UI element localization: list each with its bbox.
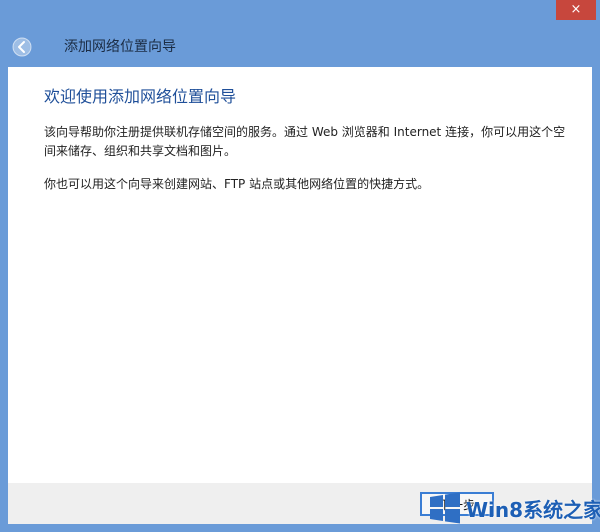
content-panel: 欢迎使用添加网络位置向导 该向导帮助你注册提供联机存储空间的服务。通过 Web … <box>8 67 592 483</box>
next-button[interactable]: 下一步 <box>420 492 494 516</box>
back-button[interactable] <box>12 37 32 57</box>
close-icon: × <box>570 2 582 17</box>
welcome-heading: 欢迎使用添加网络位置向导 <box>44 87 237 106</box>
footer-bar: 下一步 <box>8 483 592 524</box>
description-paragraph-2: 你也可以用这个向导来创建网站、FTP 站点或其他网络位置的快捷方式。 <box>44 177 430 191</box>
description-paragraph-1: 该向导帮助你注册提供联机存储空间的服务。通过 Web 浏览器和 Internet… <box>44 125 566 158</box>
wizard-window: × 添加网络位置向导 欢迎使用添加网络位置向导 该向导帮助你注册提供联机存储空间… <box>0 0 600 532</box>
wizard-header: 添加网络位置向导 <box>0 28 600 66</box>
close-button[interactable]: × <box>556 0 596 20</box>
title-bar[interactable]: × <box>0 0 600 28</box>
wizard-title: 添加网络位置向导 <box>64 39 176 55</box>
back-arrow-icon <box>12 37 32 57</box>
